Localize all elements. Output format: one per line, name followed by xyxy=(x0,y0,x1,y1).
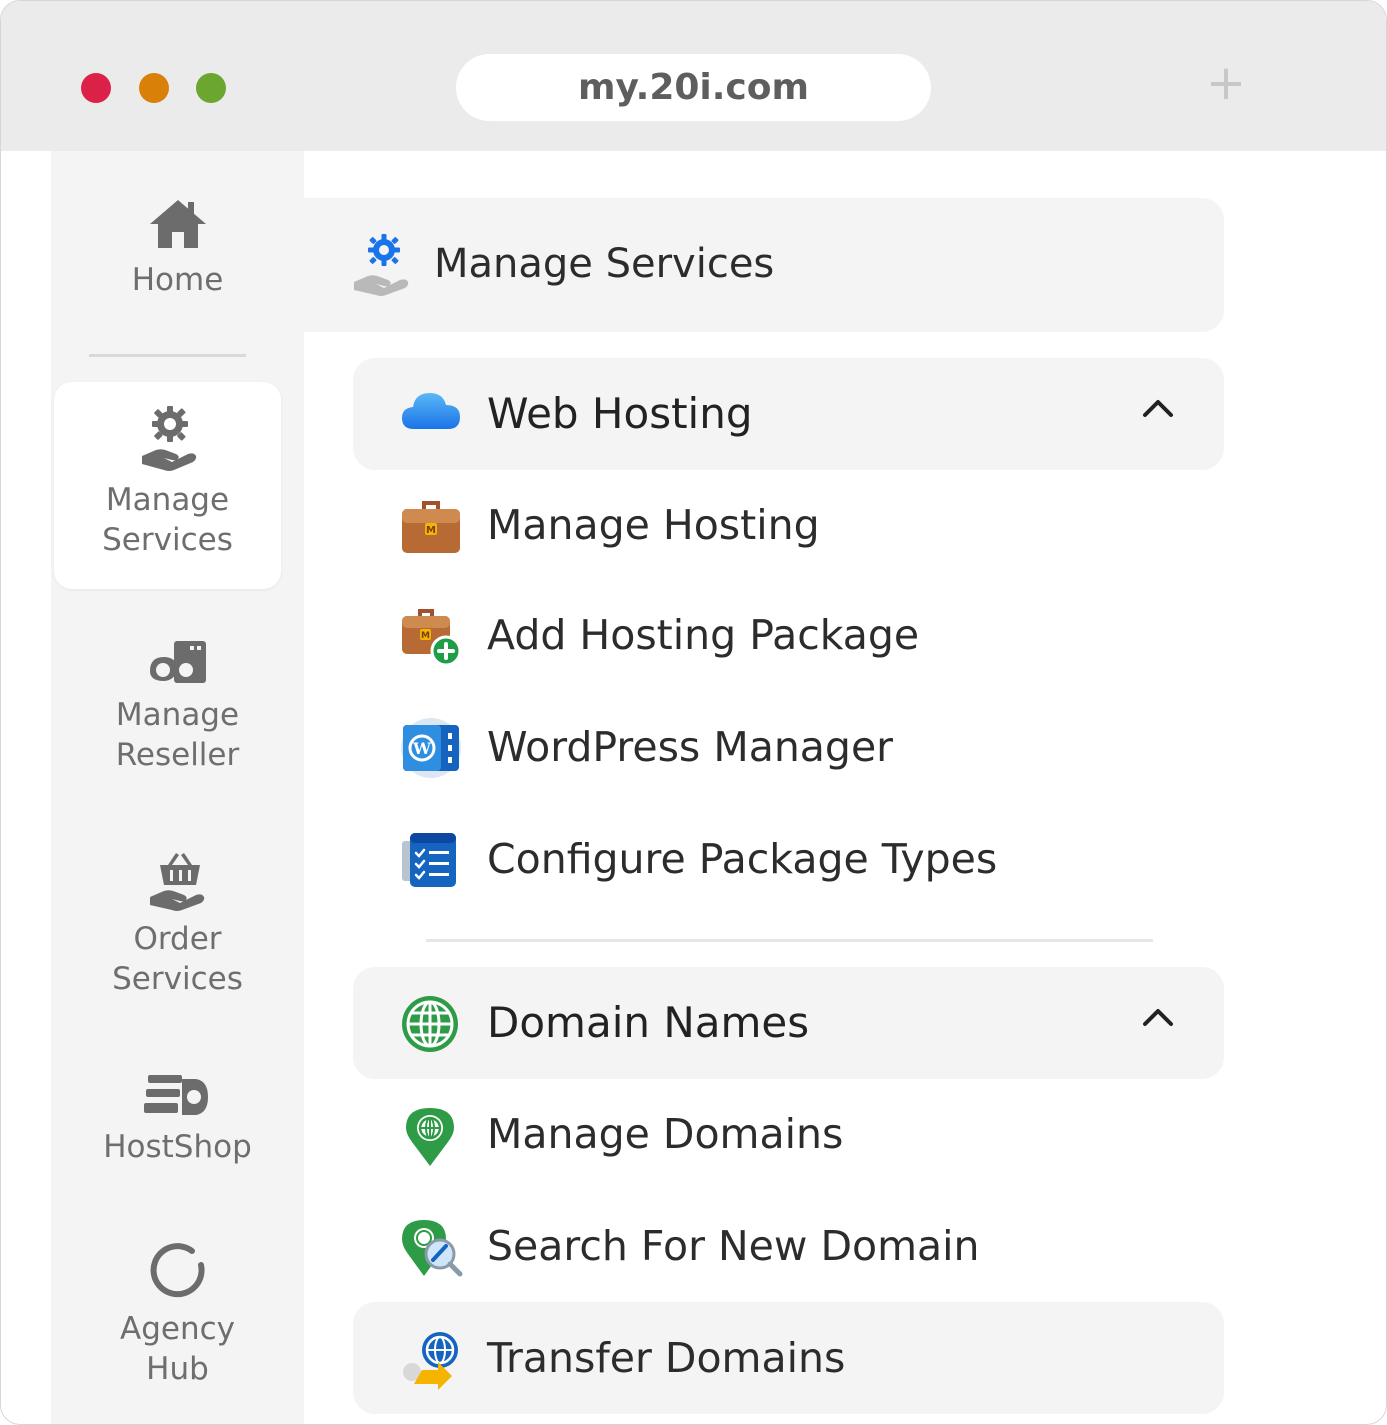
menu-item-label: Manage Hosting xyxy=(487,501,820,549)
close-window-button[interactable] xyxy=(81,73,111,103)
menu-item-wordpress-manager[interactable]: W WordPress Manager xyxy=(353,691,1224,803)
menu-item-label: Transfer Domains xyxy=(487,1334,846,1382)
sidebar-item-label: Manage Reseller xyxy=(115,697,240,773)
sidebar-item-label: Manage Services xyxy=(102,482,233,558)
group-domain-names[interactable]: Domain Names xyxy=(353,967,1224,1079)
sidebar-item-hostshop[interactable]: HostShop xyxy=(51,1071,304,1167)
maximize-window-button[interactable] xyxy=(196,73,226,103)
menu-item-label: Add Hosting Package xyxy=(487,611,920,659)
menu-item-manage-domains[interactable]: Manage Domains xyxy=(353,1078,1224,1190)
wordpress-icon: W xyxy=(401,718,461,778)
sidebar-item-manage-reseller[interactable]: Manage Reseller xyxy=(51,637,304,775)
sidebar-item-label: Order Services xyxy=(112,921,243,997)
home-icon xyxy=(149,200,206,248)
group-title: Web Hosting xyxy=(487,389,753,438)
group-web-hosting[interactable]: Web Hosting xyxy=(353,358,1224,470)
new-tab-button[interactable]: + xyxy=(1204,59,1248,107)
minimize-window-button[interactable] xyxy=(139,73,169,103)
browser-window: my.20i.com + Home Manage Services Manage… xyxy=(0,0,1387,1425)
hand-basket-icon xyxy=(149,853,204,911)
briefcase-add-icon: M xyxy=(402,609,462,667)
sidebar-item-label: Agency Hub xyxy=(120,1311,235,1387)
svg-text:M: M xyxy=(426,525,436,536)
reseller-icon xyxy=(149,641,206,683)
page-title: Manage Services xyxy=(434,241,775,287)
main-panel: Manage Services Web Hosting M Manage Hos… xyxy=(304,151,1386,1424)
menu-item-transfer-domains[interactable]: Transfer Domains xyxy=(353,1302,1224,1414)
sidebar-item-order-services[interactable]: Order Services xyxy=(51,849,304,999)
globe-icon xyxy=(402,996,458,1052)
menu-item-search-new-domain[interactable]: Search For New Domain xyxy=(353,1190,1224,1302)
sidebar-divider xyxy=(89,354,246,357)
sidebar-item-label: Home xyxy=(131,262,224,298)
hostshop-icon xyxy=(143,1075,208,1115)
sidebar-item-label: HostShop xyxy=(103,1129,252,1165)
address-bar-url: my.20i.com xyxy=(577,67,810,108)
svg-text:M: M xyxy=(421,631,430,641)
hand-gear-icon xyxy=(354,234,409,296)
globe-pin-icon xyxy=(406,1108,454,1166)
hand-gear-icon xyxy=(141,406,196,471)
sidebar: Home Manage Services Manage Reseller Ord… xyxy=(51,151,304,1424)
chevron-up-icon[interactable] xyxy=(1141,396,1175,420)
sidebar-item-home[interactable]: Home xyxy=(51,196,304,300)
menu-item-configure-package-types[interactable]: Configure Package Types xyxy=(353,803,1224,915)
page-header: Manage Services xyxy=(304,198,1224,332)
menu-item-add-hosting-package[interactable]: M Add Hosting Package xyxy=(353,579,1224,691)
menu-item-manage-hosting[interactable]: M Manage Hosting xyxy=(353,469,1224,581)
agency-hub-icon xyxy=(150,1243,205,1298)
chevron-up-icon[interactable] xyxy=(1141,1005,1175,1029)
checklist-icon xyxy=(402,833,456,887)
address-bar[interactable]: my.20i.com xyxy=(456,54,931,121)
menu-item-label: Configure Package Types xyxy=(487,835,998,883)
menu-item-label: WordPress Manager xyxy=(487,723,894,771)
sidebar-item-agency-hub[interactable]: Agency Hub xyxy=(51,1241,304,1389)
group-title: Domain Names xyxy=(487,998,810,1047)
menu-item-label: Search For New Domain xyxy=(487,1222,980,1270)
cloud-icon xyxy=(402,393,460,429)
sidebar-item-manage-services[interactable]: Manage Services xyxy=(54,382,281,589)
svg-text:W: W xyxy=(412,739,432,758)
group-divider xyxy=(426,939,1153,942)
globe-search-icon xyxy=(402,1220,463,1277)
browser-titlebar: my.20i.com + xyxy=(1,1,1386,151)
plus-icon: + xyxy=(1205,55,1247,111)
globe-transfer-icon xyxy=(403,1332,458,1390)
briefcase-icon: M xyxy=(402,501,460,553)
menu-item-label: Manage Domains xyxy=(487,1110,844,1158)
